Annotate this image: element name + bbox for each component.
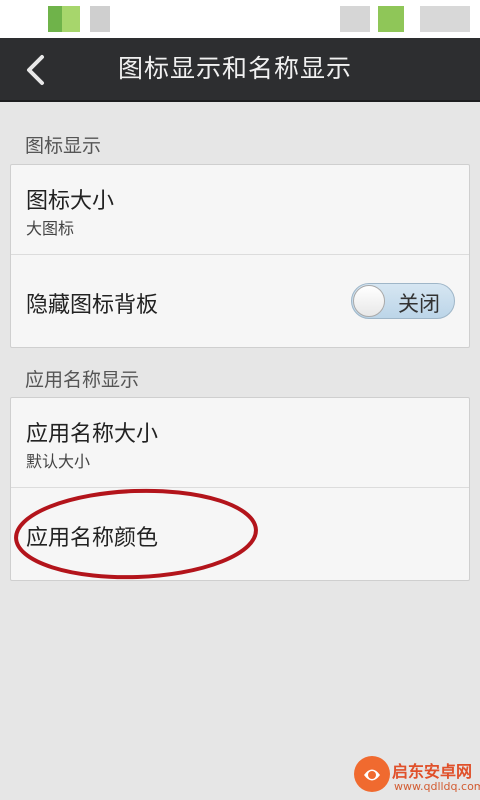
hide-icon-backplate-row[interactable]: 隐藏图标背板 关闭 [11, 255, 469, 347]
icon-size-title: 图标大小 [26, 189, 115, 214]
status-pixel-block [378, 6, 404, 32]
title-bar: 图标显示和名称显示 [0, 38, 480, 102]
toggle-state-label: 关闭 [398, 292, 440, 316]
status-bar [0, 0, 480, 38]
status-pixel-block [340, 6, 370, 32]
hide-icon-backplate-title: 隐藏图标背板 [26, 293, 159, 318]
icon-size-row[interactable]: 图标大小 大图标 [11, 165, 469, 254]
watermark-text: 启东安卓网 [392, 762, 473, 781]
app-name-size-title: 应用名称大小 [26, 422, 159, 447]
status-pixel-block [62, 6, 80, 32]
chevron-left-icon [27, 55, 44, 85]
page-title: 图标显示和名称显示 [118, 54, 353, 83]
icon-display-card: 图标大小 大图标 隐藏图标背板 关闭 [10, 164, 470, 348]
annotation-ellipse [14, 488, 258, 580]
app-name-size-value: 默认大小 [26, 452, 91, 471]
status-pixel-block [90, 6, 110, 32]
section-label-icon-display: 图标显示 [25, 135, 102, 157]
back-button[interactable] [18, 52, 54, 88]
watermark-url: www.qdlldq.com [394, 780, 480, 793]
status-pixel-block [420, 6, 470, 32]
section-label-app-name-display: 应用名称显示 [25, 369, 140, 391]
icon-size-value: 大图标 [26, 219, 75, 238]
toggle-knob [353, 285, 385, 317]
watermark: 启东安卓网 www.qdlldq.com [344, 750, 480, 800]
app-name-size-row[interactable]: 应用名称大小 默认大小 [11, 398, 469, 487]
hide-icon-backplate-toggle[interactable]: 关闭 [351, 283, 455, 319]
watermark-logo-icon [354, 756, 390, 792]
